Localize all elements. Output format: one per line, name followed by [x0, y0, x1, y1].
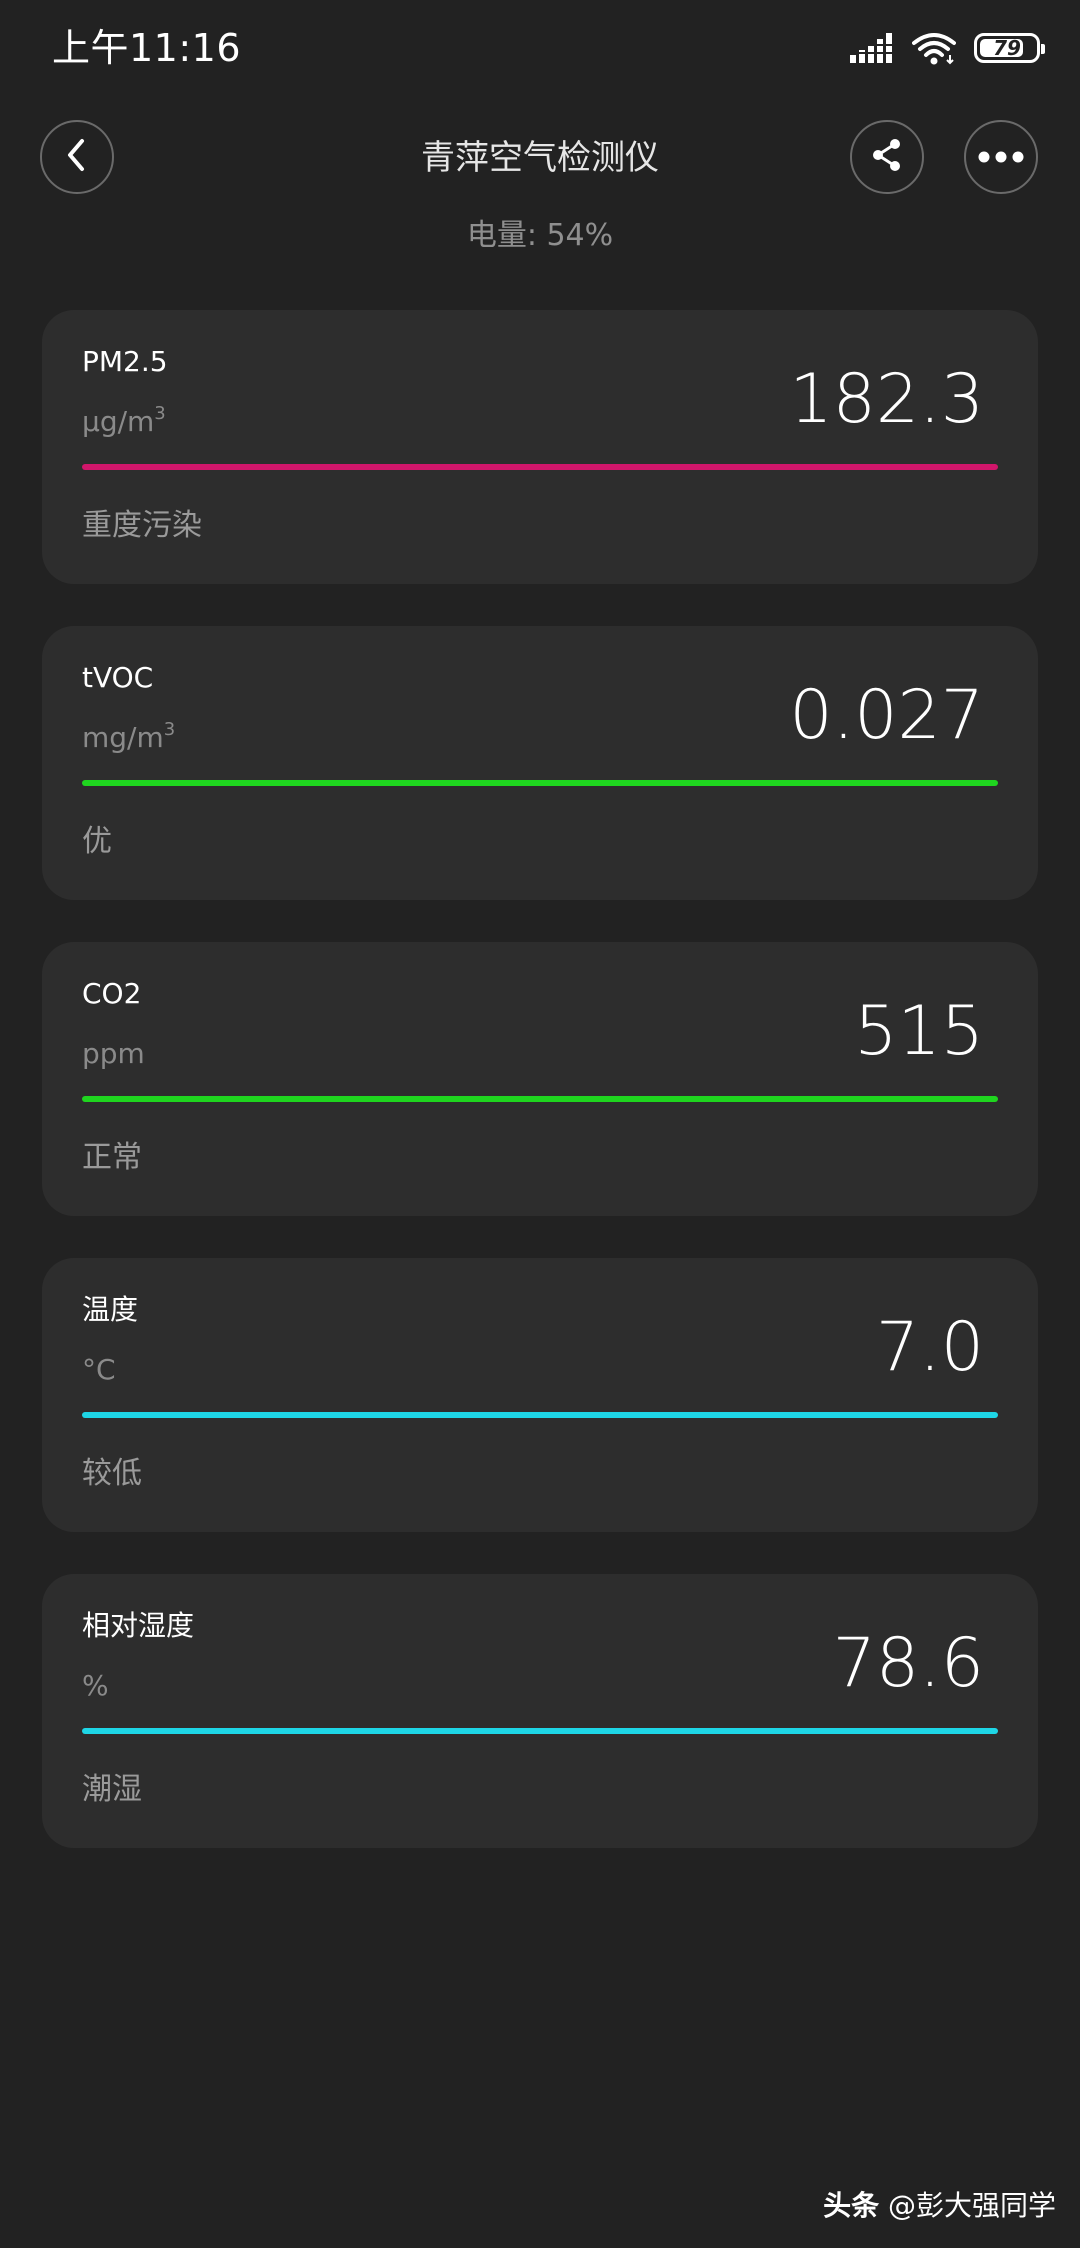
- metric-status: 重度污染: [82, 508, 202, 543]
- metric-level-bar: [82, 1728, 998, 1734]
- metric-card-temperature[interactable]: 温度 °C 7.0 较低: [42, 1258, 1038, 1532]
- metric-level-bar: [82, 464, 998, 470]
- metric-value: 182.3: [789, 360, 984, 439]
- metric-unit: μg/m3: [82, 403, 166, 439]
- watermark: 头条 @彭大强同学: [823, 2186, 1056, 2226]
- metric-status: 优: [82, 824, 112, 859]
- metric-card-co2[interactable]: CO2 ppm 515 正常: [42, 942, 1038, 1216]
- metric-status: 较低: [82, 1456, 142, 1491]
- metric-level-bar: [82, 780, 998, 786]
- metric-status: 正常: [82, 1140, 142, 1175]
- watermark-author: @彭大强同学: [887, 2189, 1056, 2222]
- metric-value: 0.027: [789, 676, 984, 755]
- device-battery-text: 电量: 54%: [466, 218, 614, 253]
- metric-name: tVOC: [82, 661, 154, 694]
- status-icons: 79: [850, 26, 1045, 70]
- metric-value: 515: [854, 992, 984, 1071]
- metric-unit: %: [82, 1669, 109, 1702]
- status-time: 上午11:16: [52, 26, 242, 70]
- metric-value: 78.6: [832, 1624, 984, 1703]
- metric-unit: mg/m3: [82, 719, 176, 755]
- metric-card-pm25[interactable]: PM2.5 μg/m3 182.3 重度污染: [42, 310, 1038, 584]
- metric-name: PM2.5: [82, 345, 168, 378]
- metric-card-tvoc[interactable]: tVOC mg/m3 0.027 优: [42, 626, 1038, 900]
- battery-level: 79: [993, 36, 1021, 60]
- more-dots-icon: [978, 148, 1024, 167]
- watermark-brand: 头条: [823, 2189, 880, 2222]
- wifi-icon: [912, 31, 956, 65]
- metric-name: CO2: [82, 977, 142, 1010]
- header: 青萍空气检测仪: [0, 118, 1080, 202]
- metric-value: 7.0: [875, 1308, 984, 1387]
- metric-unit: ppm: [82, 1037, 145, 1070]
- metric-level-bar: [82, 1096, 998, 1102]
- battery-icon: 79: [974, 33, 1045, 63]
- metric-name: 相对湿度: [82, 1609, 195, 1642]
- share-icon: [869, 137, 905, 177]
- metric-name: 温度: [82, 1293, 139, 1326]
- share-button[interactable]: [850, 120, 924, 194]
- signal-icon: [850, 33, 894, 63]
- status-bar: 上午11:16 79: [0, 0, 1080, 96]
- metric-status: 潮湿: [82, 1772, 142, 1807]
- metric-unit: °C: [82, 1353, 116, 1386]
- metric-level-bar: [82, 1412, 998, 1418]
- metric-card-humidity[interactable]: 相对湿度 % 78.6 潮湿: [42, 1574, 1038, 1848]
- more-button[interactable]: [964, 120, 1038, 194]
